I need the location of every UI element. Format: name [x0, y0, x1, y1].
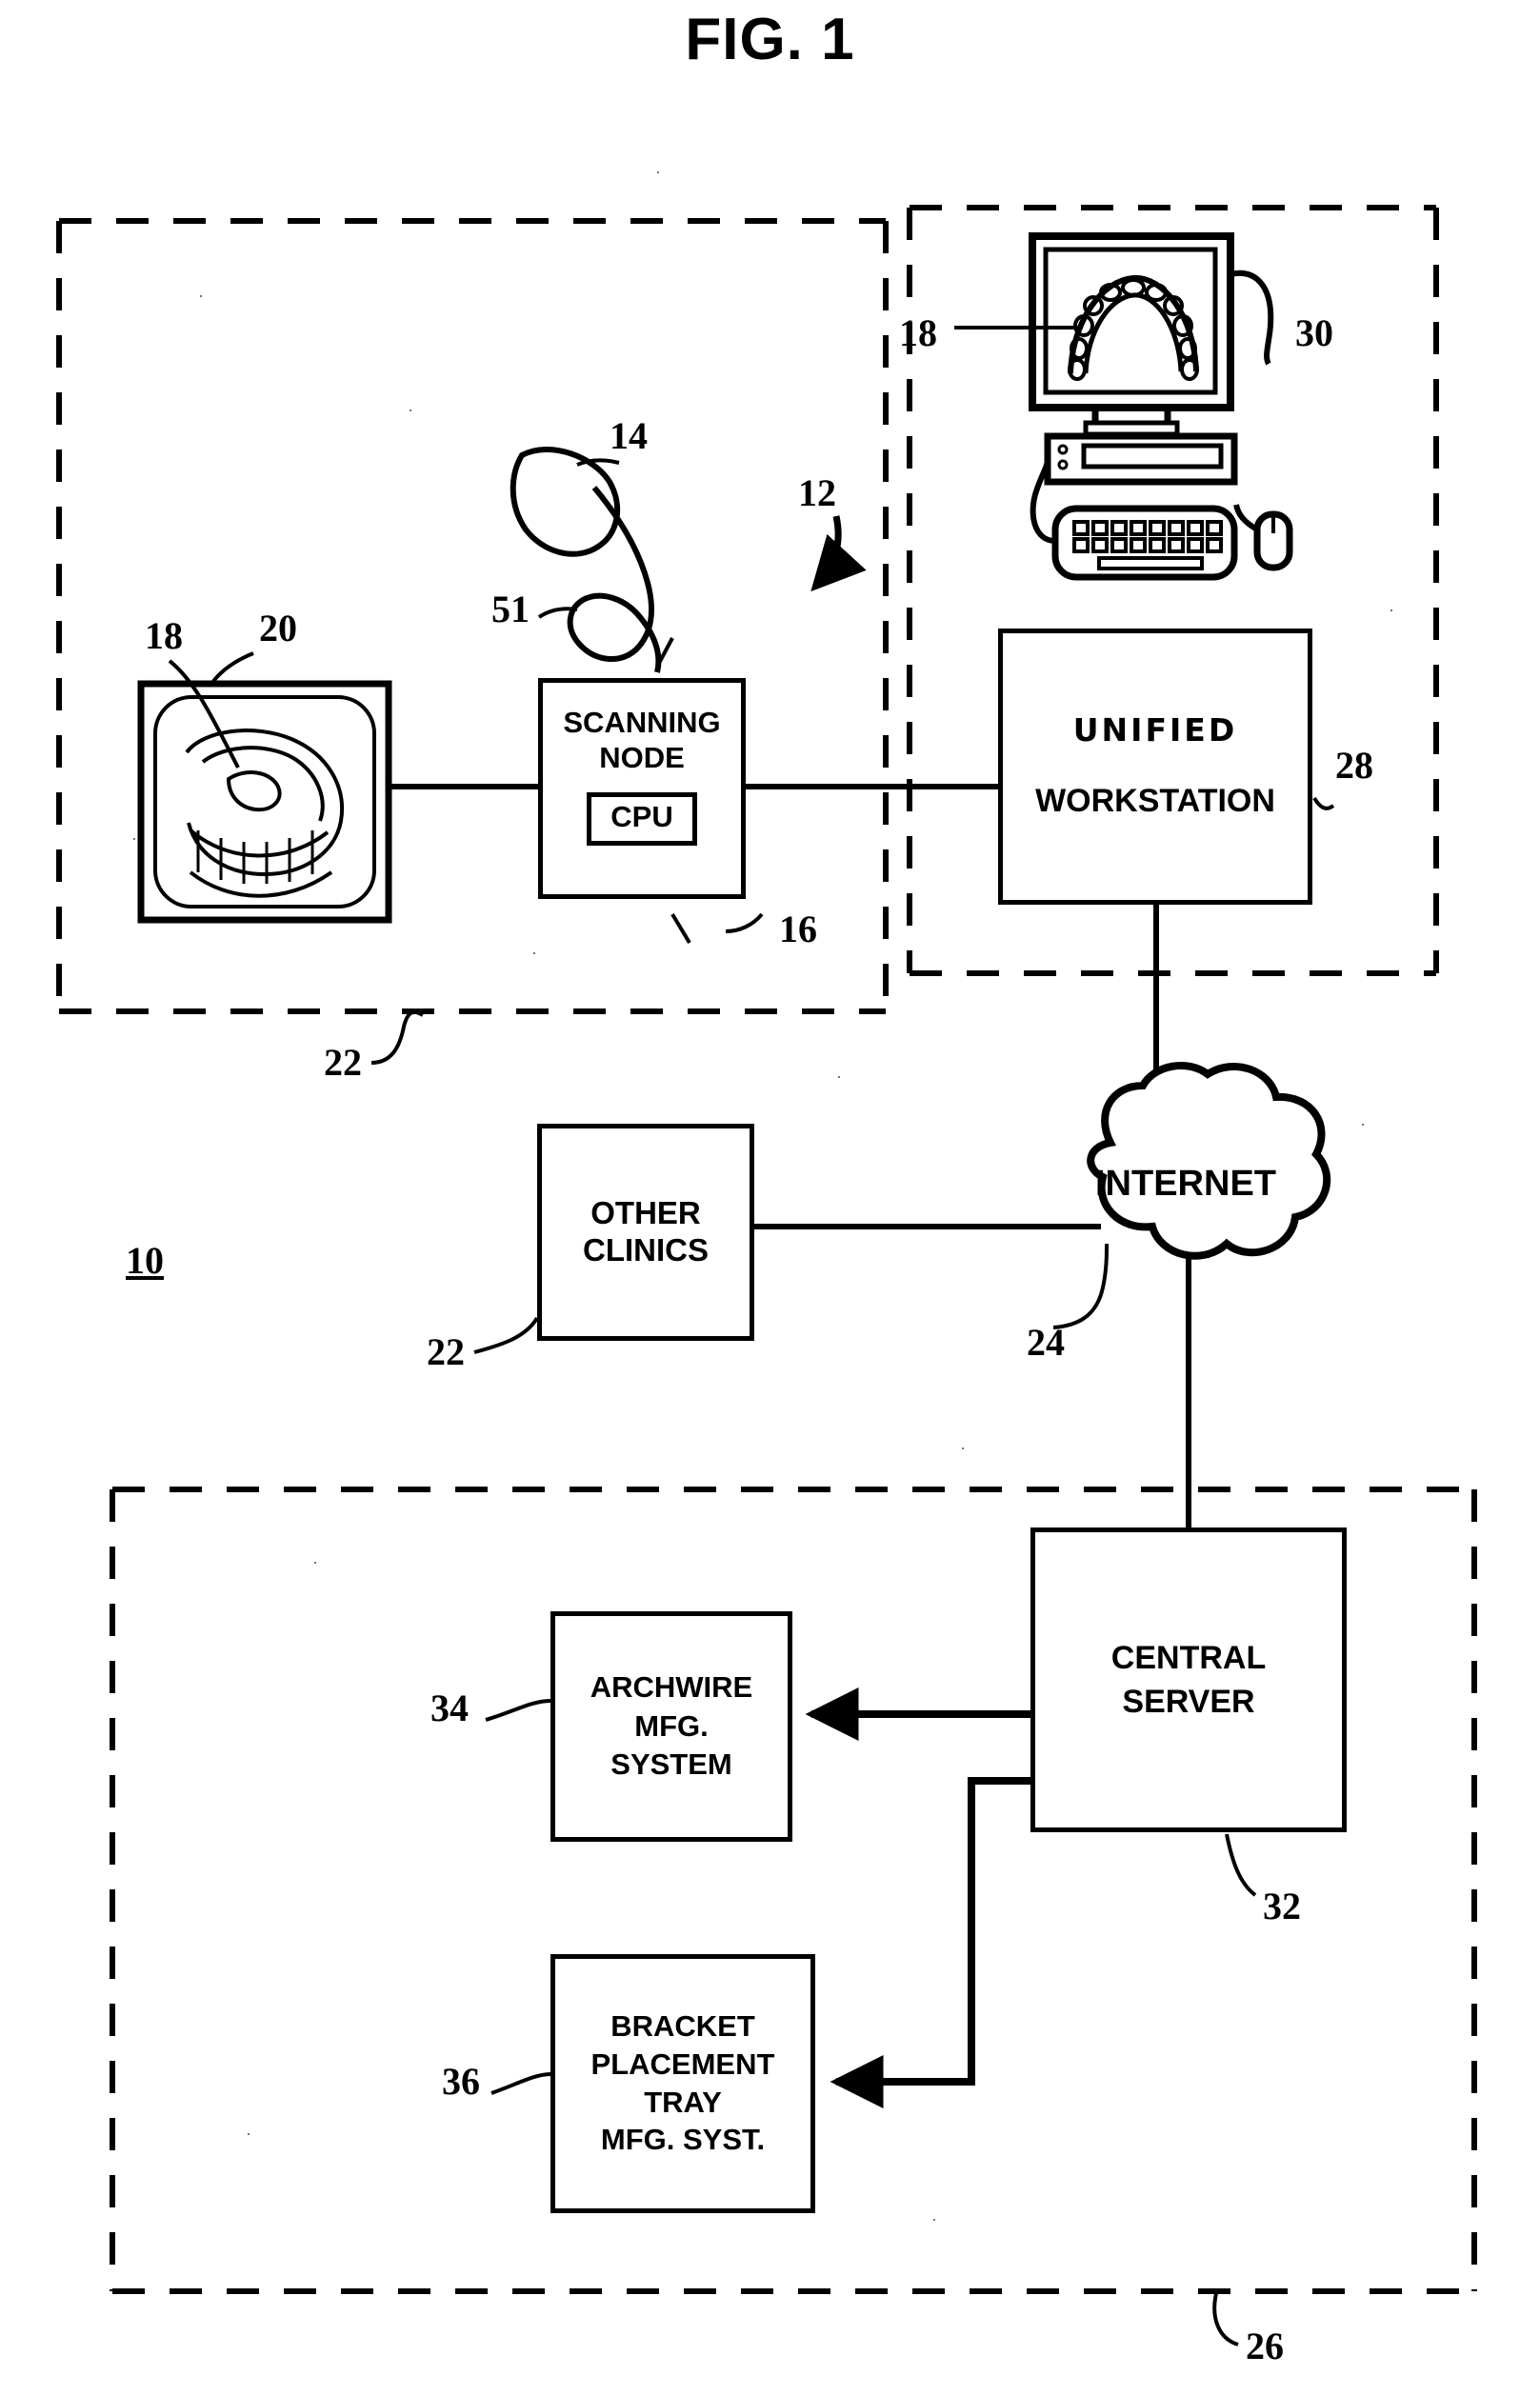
- leader-24: [1052, 1243, 1109, 1329]
- scan-speck: [1362, 1124, 1364, 1126]
- scan-speck: [657, 171, 659, 173]
- central-server-box[interactable]: CENTRAL SERVER: [1030, 1527, 1347, 1832]
- clinic-boundary-dashed: [56, 218, 889, 1014]
- ref-numeral-16-node: 16: [779, 908, 817, 950]
- scan-speck: [200, 295, 202, 297]
- leader-22-other-clinics: [473, 1316, 539, 1354]
- ref-numeral-34-archwire: 34: [430, 1687, 469, 1729]
- leader-18-model: [168, 659, 240, 769]
- scan-speck: [838, 1076, 840, 1078]
- archwire-label-line1: ARCHWIRE: [590, 1670, 753, 1705]
- leader-16: [725, 912, 764, 933]
- leader-36: [490, 2072, 551, 2095]
- internet-cloud-label: INTERNET: [1095, 1164, 1276, 1204]
- system-arrow-12: [810, 515, 867, 592]
- ref-numeral-18-screen: 18: [899, 311, 937, 354]
- leader-22-clinic-boundary: [370, 1009, 425, 1065]
- leader-26: [1212, 2288, 1239, 2346]
- internet-cloud-shape: [1087, 1061, 1331, 1260]
- handheld-scanner-illustration: [510, 446, 662, 673]
- scan-speck: [533, 952, 535, 954]
- ref-numeral-14-scanner: 14: [610, 414, 648, 457]
- ref-numeral-22-other-clinics: 22: [427, 1330, 465, 1373]
- leader-28: [1312, 796, 1335, 810]
- scan-speck: [1390, 609, 1392, 611]
- ref-numeral-12-system: 12: [798, 471, 836, 514]
- bracket-tray-label-line3: TRAY: [644, 2085, 722, 2119]
- ref-numeral-51-cable: 51: [491, 588, 530, 630]
- archwire-mfg-system-box[interactable]: ARCHWIRE MFG. SYSTEM: [550, 1611, 792, 1842]
- ref-numeral-36-bracket: 36: [442, 2060, 480, 2103]
- scan-speck: [314, 1562, 316, 1564]
- bracket-placement-tray-mfg-box[interactable]: BRACKET PLACEMENT TRAY MFG. SYST.: [550, 1954, 815, 2213]
- ref-numeral-28-workstation: 28: [1335, 744, 1373, 787]
- leader-14-scanner: [576, 458, 620, 467]
- leader-20-model: [210, 651, 254, 686]
- bracket-tray-label-line2: PLACEMENT: [590, 2047, 775, 2081]
- scan-speck: [133, 838, 135, 840]
- archwire-label-line3: SYSTEM: [610, 1747, 732, 1782]
- leader-32: [1225, 1833, 1257, 1897]
- scanning-node-label-line1: SCANNING: [563, 706, 721, 739]
- scan-speck: [248, 2133, 250, 2135]
- ref-numeral-10-system: 10: [126, 1239, 164, 1282]
- unified-workstation-label-line1: UNIFIED: [1072, 711, 1238, 749]
- ref-numeral-18-model: 18: [145, 614, 183, 657]
- bracket-tray-label-line4: MFG. SYST.: [600, 2123, 766, 2157]
- ref-numeral-22-clinic: 22: [324, 1041, 362, 1084]
- cpu-box[interactable]: CPU: [587, 792, 697, 846]
- link-server-to-bracket-tray: [830, 1777, 1030, 2108]
- scanning-node-label-line2: NODE: [599, 740, 685, 774]
- ref-numeral-24-internet: 24: [1027, 1321, 1065, 1364]
- other-clinics-label-line1: OTHER: [590, 1195, 701, 1231]
- workstation-computer-illustration: [1029, 232, 1293, 581]
- other-clinics-label-line2: CLINICS: [583, 1232, 709, 1268]
- dental-model-illustration: [137, 680, 392, 924]
- leader-34: [485, 1699, 551, 1722]
- patent-figure-page: FIG. 1 SCANNING NODE CPU UNIFIED WORKSTA…: [0, 0, 1540, 2396]
- ref-numeral-26-mfg-boundary: 26: [1246, 2325, 1284, 2367]
- ref-numeral-20-model: 20: [259, 607, 297, 649]
- bracket-tray-label-line1: BRACKET: [610, 2009, 755, 2044]
- scan-speck: [933, 2219, 935, 2221]
- other-clinics-box[interactable]: OTHER CLINICS: [537, 1124, 754, 1341]
- ref-numeral-32-server: 32: [1263, 1885, 1301, 1927]
- central-server-label-line2: SERVER: [1122, 1684, 1255, 1720]
- leader-node-bottom-tick: [670, 912, 691, 945]
- scan-speck: [410, 409, 411, 411]
- unified-workstation-label-line2: WORKSTATION: [1035, 783, 1275, 820]
- ref-numeral-30-monitor: 30: [1295, 311, 1333, 354]
- central-server-label-line1: CENTRAL: [1110, 1639, 1267, 1676]
- archwire-label-line2: MFG.: [634, 1708, 709, 1743]
- scanning-node-box[interactable]: SCANNING NODE CPU: [538, 678, 746, 899]
- scan-speck: [962, 1448, 964, 1449]
- unified-workstation-box[interactable]: UNIFIED WORKSTATION: [998, 629, 1312, 905]
